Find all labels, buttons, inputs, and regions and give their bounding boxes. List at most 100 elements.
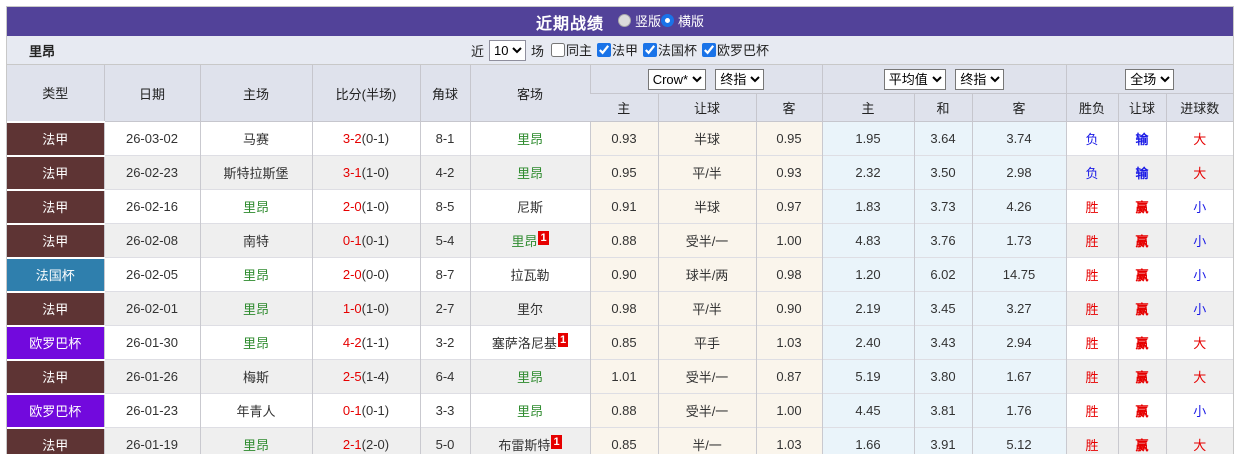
recent-results-panel: 近期战绩 竖版 横版 里昂 近 10 场 同主 法甲 法国杯 欧罗巴杯 类型 日…	[6, 6, 1234, 454]
league-type-badge: 法甲	[7, 188, 104, 224]
scope-select[interactable]: 全场	[1125, 68, 1175, 90]
col-header-handicap-result: 让球	[1117, 93, 1167, 122]
col-header-date: 日期	[103, 65, 200, 122]
cell-score: 0-1(0-1)	[311, 223, 420, 258]
rank-badge: 1	[557, 333, 569, 347]
cell-result: 负	[1065, 121, 1119, 156]
cell-avg-draw-odds: 3.43	[913, 325, 972, 360]
league-type-badge: 法甲	[7, 426, 104, 454]
radio-icon[interactable]	[661, 14, 674, 27]
scope-group-header: 全场	[1065, 65, 1234, 94]
layout-radio-selected[interactable]: 横版	[661, 11, 704, 30]
cell-date: 26-02-05	[103, 257, 200, 292]
cell-goals-result: 小	[1165, 291, 1234, 326]
filter-checkbox[interactable]	[550, 42, 565, 57]
team-name: 里昂	[29, 43, 56, 59]
cell-date: 26-02-16	[103, 189, 200, 224]
avg-source-select[interactable]: 平均值	[883, 68, 946, 90]
cell-goals-result: 大	[1165, 359, 1234, 394]
col-header-corner: 角球	[419, 65, 470, 122]
cell-crow-away-odds: 1.00	[755, 393, 822, 428]
odds-final-select[interactable]: 终指	[715, 68, 765, 90]
cell-avg-home-odds: 2.40	[821, 325, 914, 360]
cell-date: 26-02-08	[103, 223, 200, 258]
filter-controls: 近 10 场 同主 法甲 法国杯 欧罗巴杯	[471, 39, 769, 61]
filter-checkbox[interactable]	[702, 42, 717, 57]
cell-away-team: 塞萨洛尼基 1	[469, 325, 590, 360]
cell-avg-home-odds: 4.83	[821, 223, 914, 258]
cell-avg-away-odds: 14.75	[971, 257, 1067, 292]
col-header-avg-home: 主	[821, 93, 914, 122]
recent-results-page: 近期战绩 竖版 横版 里昂 近 10 场 同主 法甲 法国杯 欧罗巴杯 类型 日…	[0, 0, 1240, 454]
filter-checkbox-label: 法甲	[612, 43, 639, 59]
cell-handicap-result: 赢	[1117, 427, 1167, 454]
cell-result: 胜	[1065, 223, 1119, 258]
cell-goals-result: 小	[1165, 223, 1234, 258]
cell-score: 2-0(1-0)	[311, 189, 420, 224]
match-row: 法甲 26-02-01 里昂 1-0(1-0) 2-7 里尔 0.98 平/半 0.90 2.19…	[7, 290, 1234, 326]
cell-handicap-result: 赢	[1117, 291, 1167, 326]
cell-avg-draw-odds: 3.64	[913, 121, 972, 156]
cell-date: 26-01-23	[103, 393, 200, 428]
avg-final-select[interactable]: 终指	[955, 68, 1005, 90]
cell-corner: 5-0	[419, 427, 470, 454]
cell-corner: 5-4	[419, 223, 470, 258]
match-row: 法国杯 26-02-05 里昂 2-0(0-0) 8-7 拉瓦勒 0.90 球半/两 0.98 1…	[7, 256, 1234, 292]
odds-source-select[interactable]: Crow*	[647, 68, 706, 90]
cell-result: 胜	[1065, 393, 1119, 428]
filter-checkbox[interactable]	[597, 42, 611, 57]
cell-crow-home-odds: 0.90	[589, 257, 658, 292]
cell-goals-result: 大	[1165, 427, 1234, 454]
cell-avg-home-odds: 2.32	[821, 155, 914, 190]
match-row: 法甲 26-02-16 里昂 2-0(1-0) 8-5 尼斯 0.91 半球 0.97 1.83 3…	[7, 188, 1234, 224]
cell-handicap-result: 赢	[1117, 325, 1167, 360]
radio-icon[interactable]	[617, 14, 631, 27]
cell-avg-away-odds: 5.12	[971, 427, 1067, 454]
cell-goals-result: 小	[1165, 393, 1234, 428]
cell-corner: 8-1	[419, 121, 470, 156]
cell-corner: 2-7	[419, 291, 470, 326]
cell-corner: 4-2	[419, 155, 470, 190]
cell-handicap-result: 赢	[1117, 189, 1167, 224]
cell-result: 胜	[1065, 291, 1119, 326]
cell-avg-away-odds: 1.73	[971, 223, 1067, 258]
cell-crow-away-odds: 1.00	[755, 223, 822, 258]
cell-score: 2-0(0-0)	[311, 257, 420, 292]
cell-handicap: 球半/两	[657, 257, 756, 292]
cell-avg-home-odds: 1.20	[821, 257, 914, 292]
cell-score: 2-5(1-4)	[311, 359, 420, 394]
cell-away-team: 里昂	[469, 121, 590, 156]
radio-label: 横版	[678, 14, 705, 29]
cell-avg-draw-odds: 3.76	[913, 223, 972, 258]
col-header-avg-away: 客	[971, 93, 1067, 122]
col-header-crow-away: 客	[755, 93, 822, 122]
cell-avg-away-odds: 3.74	[971, 121, 1067, 156]
cell-home-team: 梅斯	[199, 359, 312, 394]
filter-checkbox[interactable]	[643, 42, 658, 57]
layout-radio-group: 竖版 横版	[617, 11, 704, 32]
cell-handicap-result: 赢	[1117, 359, 1167, 394]
col-header-avg-draw: 和	[913, 93, 972, 122]
filter-checkbox-item[interactable]: 法国杯	[638, 40, 697, 59]
cell-date: 26-01-19	[103, 427, 200, 454]
cell-avg-away-odds: 1.76	[971, 393, 1067, 428]
cell-handicap: 受半/一	[657, 393, 756, 428]
cell-handicap-result: 赢	[1117, 223, 1167, 258]
cell-handicap: 平/半	[657, 291, 756, 326]
cell-avg-home-odds: 4.45	[821, 393, 914, 428]
cell-away-team: 里尔	[469, 291, 590, 326]
cell-avg-away-odds: 2.98	[971, 155, 1067, 190]
cell-home-team: 南特	[199, 223, 312, 258]
filter-checkbox-item[interactable]: 欧罗巴杯	[697, 40, 769, 59]
filter-checkbox-item[interactable]: 同主	[546, 40, 592, 59]
cell-result: 胜	[1065, 427, 1119, 454]
cell-crow-home-odds: 1.01	[589, 359, 658, 394]
cell-crow-away-odds: 1.03	[755, 427, 822, 454]
filter-checkbox-item[interactable]: 法甲	[592, 40, 638, 59]
recent-count-select[interactable]: 10	[488, 39, 526, 61]
cell-result: 胜	[1065, 257, 1119, 292]
layout-radio-option[interactable]: 竖版	[617, 11, 661, 30]
cell-avg-draw-odds: 3.45	[913, 291, 972, 326]
cell-goals-result: 大	[1165, 121, 1234, 156]
cell-home-team: 斯特拉斯堡	[199, 155, 312, 190]
